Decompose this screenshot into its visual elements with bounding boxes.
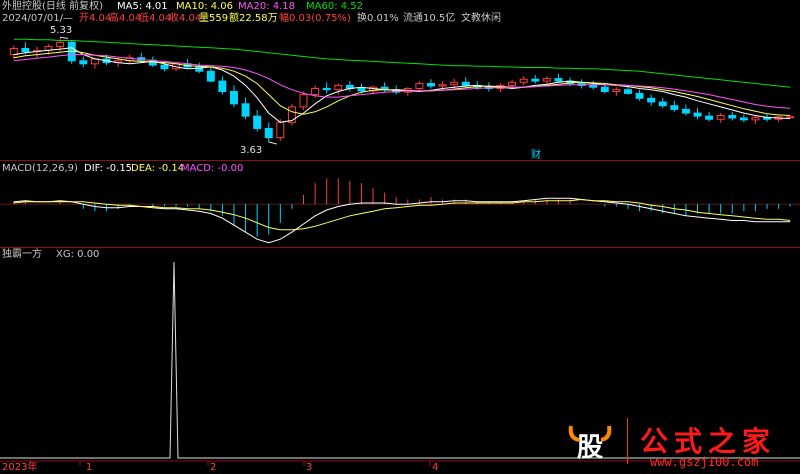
candle-body <box>218 80 227 93</box>
candle-body <box>739 117 748 121</box>
candle-body <box>693 112 702 117</box>
xg-value: XG: 0.00 <box>56 249 100 260</box>
candle-body <box>716 115 725 120</box>
xaxis-label-1: 1 <box>86 462 93 473</box>
candle-body <box>79 60 88 65</box>
candle-body <box>658 101 667 107</box>
panel-separator-1 <box>0 160 800 161</box>
candle-body <box>705 115 714 120</box>
macd-dif: DIF: -0.15 <box>84 163 133 174</box>
low-annotation: 3.63 <box>240 145 263 156</box>
low-leader <box>268 141 277 145</box>
watermark-divider <box>627 418 628 464</box>
candle-body <box>206 70 215 82</box>
candle-body <box>647 97 656 103</box>
candle-body <box>322 87 331 91</box>
candle-body <box>519 78 528 83</box>
ma-lines <box>13 36 791 145</box>
candle-body <box>450 81 459 86</box>
candle-body <box>461 81 470 86</box>
macd-dea: DEA: -0.14 <box>131 163 185 174</box>
candle-body <box>751 116 760 121</box>
macd-panel-group <box>0 178 800 244</box>
kline-chart[interactable] <box>0 0 800 474</box>
candle-body <box>229 91 238 105</box>
candle-body <box>299 94 308 108</box>
candle-body <box>334 84 343 91</box>
high-leader <box>60 36 69 39</box>
candle-body <box>589 84 598 88</box>
macd-value: MACD: -0.00 <box>181 163 244 174</box>
candle-body <box>531 78 540 82</box>
watermark-url[interactable]: www.gszj100.com <box>650 455 758 469</box>
candle-body <box>56 41 65 48</box>
bull-logo-icon: 股 <box>568 425 612 463</box>
xaxis-label-3: 3 <box>306 462 313 473</box>
candle-body <box>438 84 447 87</box>
candle-body <box>786 116 795 119</box>
watermark-brand: 公式之家 <box>640 425 777 458</box>
xaxis-label-2: 2 <box>210 462 217 473</box>
candle-body <box>241 103 250 117</box>
candle-body <box>542 78 551 82</box>
candle-body <box>160 64 169 70</box>
high-annotation: 5.33 <box>50 25 73 36</box>
candle-body <box>635 92 644 99</box>
panel-separator-2 <box>0 247 800 248</box>
candle-body <box>253 115 262 129</box>
candle-body <box>612 89 621 93</box>
candle-body <box>508 81 517 86</box>
candle-body <box>311 87 320 96</box>
candle-body <box>600 86 609 93</box>
candle-body <box>554 78 563 82</box>
candle-body <box>9 47 18 56</box>
logo-char: 股 <box>577 433 603 463</box>
candle-body <box>276 121 285 139</box>
candle-body <box>728 115 737 119</box>
candle-body <box>670 105 679 110</box>
candle-body <box>264 127 273 139</box>
xaxis-label-year: 2023年 <box>2 462 38 473</box>
candle-body <box>623 89 632 94</box>
ma-line-ma60 <box>13 38 791 88</box>
candle-body <box>415 83 424 89</box>
candle-body <box>21 47 30 53</box>
macd-title: MACD(12,26,9) <box>2 163 78 174</box>
candle-body <box>357 87 366 92</box>
candle-body <box>681 108 690 114</box>
xaxis-label-4: 4 <box>432 462 439 473</box>
candle-body <box>426 83 435 87</box>
xg-title: 独霸一方 <box>2 249 42 260</box>
